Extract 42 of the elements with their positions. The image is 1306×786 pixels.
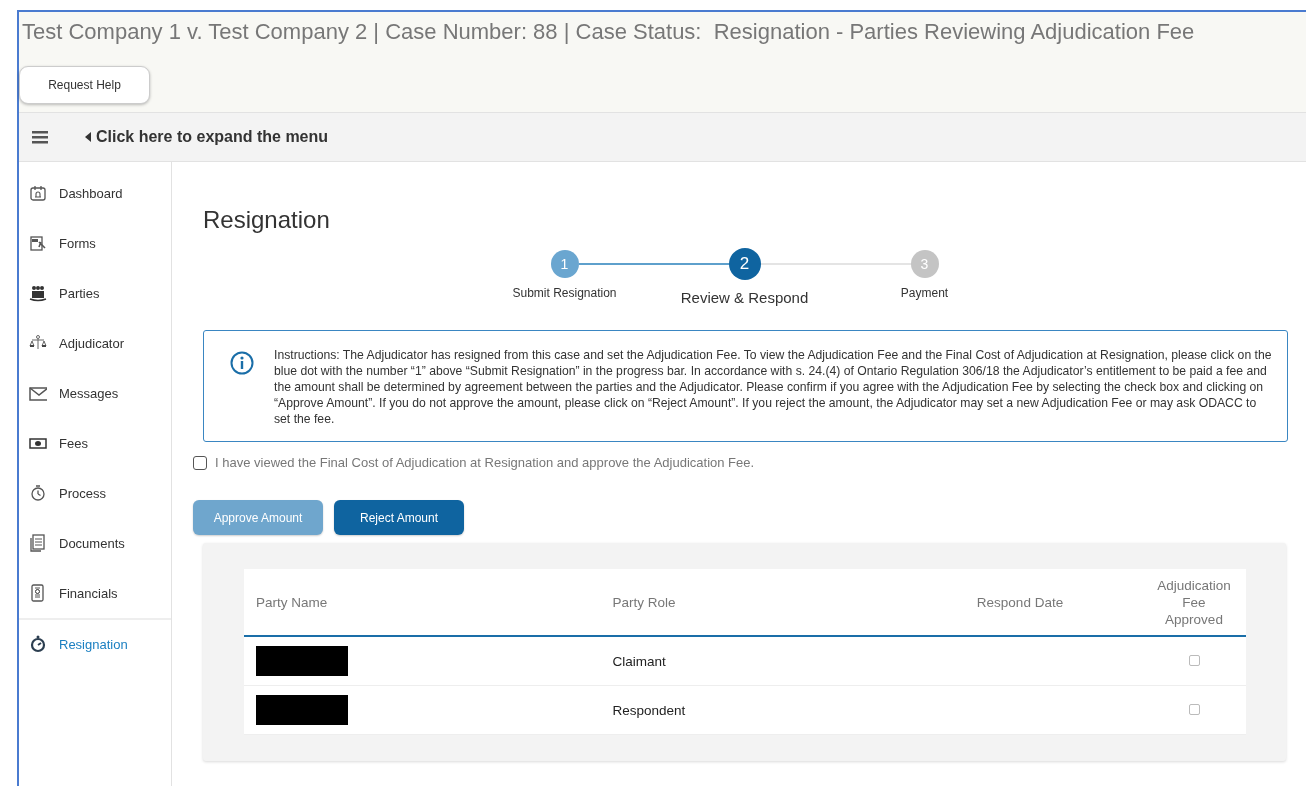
case-title: Test Company 1 v. Test Company 2 | Case Number: 88 | Case Status: Resignation - Parties Reviewing Adjudication Fee	[22, 19, 1196, 45]
sidebar-item[interactable]: Documents	[19, 518, 171, 568]
instructions-text: Instructions: The Adjudicator has resigned from this case and set the Adjudication Fee. To view the Adjudication Fee and the Final Cost of Adjudication at Resignation, please click on the blue dot with the number “1” above “Submit Resignation” in the progress bar. In accordance with s. 24.(4) of Ontario Regulation 306/18 the Adjudicator’s entitlement to be paid a fee and the amount shall be determined by agreement between the parties and the Adjudicator. Please confirm if you agree with the Adjudication Fee by selecting the check box and clicking on “Approve Amount”. If you do not approve the amount, please click on “Reject Amount”. If you reject the amount, the Adjudicator may set a new Adjudication Fee or may ask ODACC to set the fee.	[274, 347, 1273, 427]
sidebar-item[interactable]: Fees	[19, 418, 171, 468]
request-help-button[interactable]: Request Help	[19, 66, 150, 104]
approval-label: I have viewed the Final Cost of Adjudication at Resignation and approve the Adjudication Fee.	[215, 455, 755, 470]
caret-icon	[85, 132, 91, 142]
step-label: Payment	[900, 286, 949, 300]
document-icon	[29, 534, 47, 552]
amount-button[interactable]: Reject Amount	[334, 500, 464, 535]
table-cell: Respondent	[600, 685, 898, 735]
sidebar-item[interactable]: Forms	[19, 218, 171, 268]
sidebar-item[interactable]: Adjudicator	[19, 318, 171, 368]
approved-checkbox[interactable]	[1188, 654, 1200, 666]
page-title: Resignation	[203, 206, 331, 234]
approval-checkbox[interactable]	[193, 455, 207, 470]
info-icon	[230, 351, 254, 375]
column-header: Adjudication Fee Approved	[1142, 569, 1246, 636]
menu-icon[interactable]	[31, 129, 49, 145]
form-icon	[29, 234, 47, 252]
sidebar-item[interactable]: Resignation	[19, 618, 171, 668]
sidebar-item[interactable]: Process	[19, 468, 171, 518]
people-icon	[29, 284, 47, 302]
column-header: Respond Date	[898, 569, 1142, 636]
sidebar-item[interactable]: Messages	[19, 368, 171, 418]
receipt-icon	[29, 584, 47, 602]
stopwatch-icon	[29, 484, 47, 502]
sidebar-item[interactable]: Dashboard	[19, 168, 171, 218]
sidebar-item[interactable]: Financials	[19, 568, 171, 618]
expand-menu-link[interactable]: Click here to expand the menu	[85, 128, 329, 146]
column-header: Party Role	[600, 569, 898, 636]
step-label: Submit Resignation	[512, 286, 617, 300]
scales-icon	[29, 334, 47, 352]
step-label: Review & Respond	[680, 289, 809, 306]
envelope-icon	[29, 384, 47, 402]
sidebar-item[interactable]: Parties	[19, 268, 171, 318]
approved-checkbox[interactable]	[1188, 703, 1200, 715]
table-cell: Claimant	[600, 636, 898, 686]
stopwatch-icon	[29, 635, 47, 653]
step-dot[interactable]: 2	[728, 248, 761, 280]
column-header: Party Name	[244, 569, 601, 636]
calendar-icon	[29, 184, 47, 202]
